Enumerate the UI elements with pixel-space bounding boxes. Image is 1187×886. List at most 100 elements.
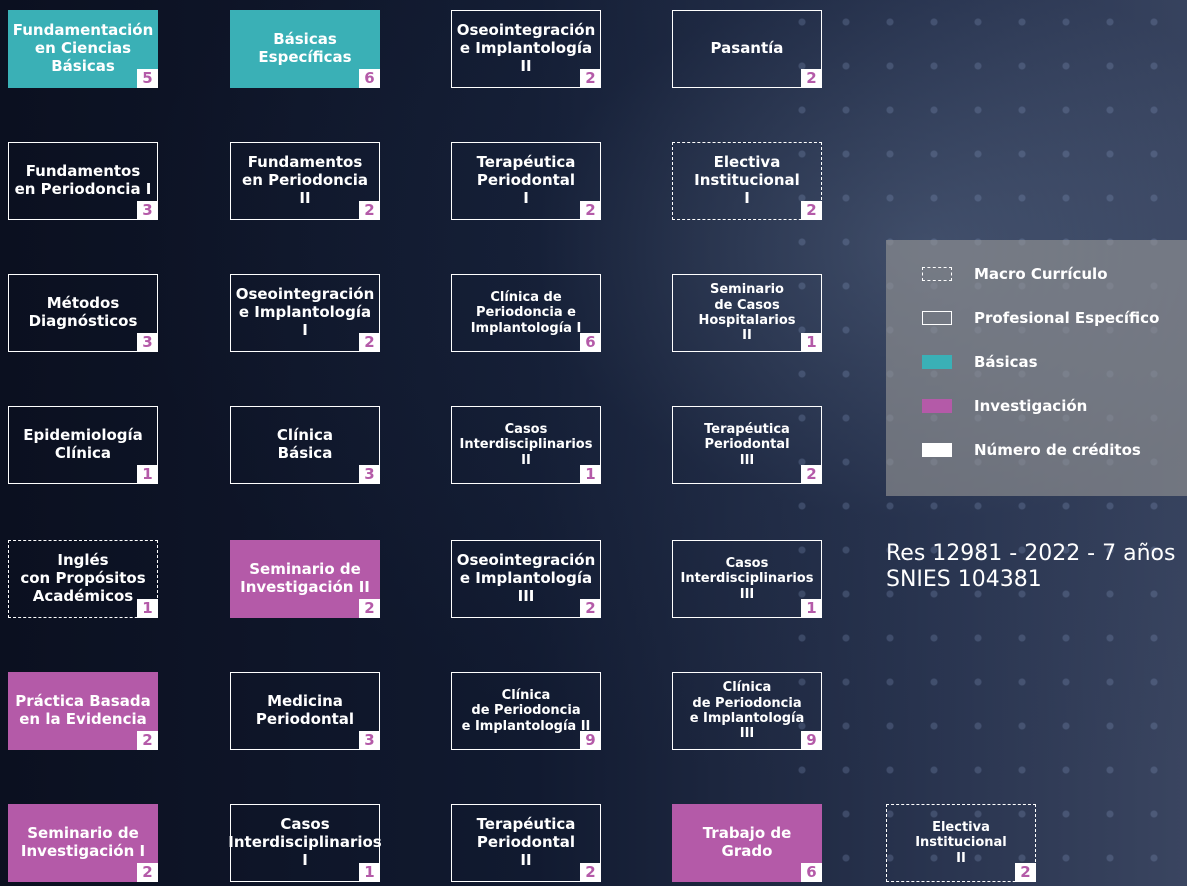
legend-label: Básicas xyxy=(974,353,1038,371)
credit-badge: 3 xyxy=(137,201,158,220)
credit-badge: 2 xyxy=(801,465,822,484)
legend-item: Profesional Específico xyxy=(922,309,1159,327)
legend-swatch xyxy=(922,311,952,325)
legend-item: Investigación xyxy=(922,397,1087,415)
course-name: Pasantía xyxy=(707,39,788,58)
legend-label: Macro Currículo xyxy=(974,265,1108,283)
course-tile: Epidemiología Clínica 1 xyxy=(8,406,158,484)
course-name-line: Terapéutica xyxy=(476,815,576,834)
course-name-line: Casos xyxy=(725,556,769,571)
course-name: Básicas Específicas xyxy=(254,31,355,66)
course-name-line: e Implantología xyxy=(459,569,593,588)
course-name-line: Hospitalarios xyxy=(698,313,796,328)
credit-badge: 2 xyxy=(137,731,158,750)
course-name: Electiva Institucional I xyxy=(690,154,804,207)
course-name: Casos Interdisciplinarios III xyxy=(677,556,818,602)
course-name-line: Fundamentación xyxy=(12,21,154,40)
course-name-line: Oseointegración xyxy=(456,551,596,570)
course-name-line: Métodos xyxy=(46,294,120,313)
credit-badge: 2 xyxy=(580,863,601,882)
legend-swatch xyxy=(922,443,952,457)
course-tile: Clínica de Periodoncia e Implantología I6 xyxy=(451,274,601,352)
course-name: Trabajo de Grado xyxy=(699,825,796,860)
course-name-line: Terapéutica xyxy=(704,422,790,437)
course-tile: Fundamentos en Periodoncia II 2 xyxy=(230,142,380,220)
credit-badge: 2 xyxy=(580,599,601,618)
course-name-line: Fundamentos xyxy=(247,153,363,172)
course-name-line: e Implantología xyxy=(238,303,372,322)
course-name: Epidemiología Clínica xyxy=(19,427,147,462)
credit-badge: 3 xyxy=(359,731,380,750)
course-tile: Medicina Periodontal 3 xyxy=(230,672,380,750)
legend-item: Básicas xyxy=(922,353,1038,371)
course-name-line: Grado xyxy=(721,842,773,860)
course-tile: Inglés con Propósitos Académicos 1 xyxy=(8,540,158,618)
course-name: Terapéutica Periodontal III xyxy=(700,422,794,468)
course-name-line: de Casos xyxy=(714,297,780,313)
course-name: Clínica de Periodoncia e Implantología I xyxy=(467,290,586,336)
course-name: Seminario de Casos Hospitalarios II xyxy=(694,282,799,343)
legend-label: Investigación xyxy=(974,397,1088,415)
resolution-info: Res 12981 - 2022 - 7 años SNIES 104381 xyxy=(886,541,1175,594)
course-name: Práctica Basada en la Evidencia xyxy=(11,693,154,728)
course-tile: Seminario de Investigación I 2 xyxy=(8,804,158,882)
course-name-line: en la Evidencia xyxy=(19,710,147,728)
course-name-line: Básicas xyxy=(51,56,115,75)
course-name-line: II xyxy=(520,56,532,75)
credit-badge: 2 xyxy=(1015,863,1036,882)
course-name: Fundamentos en Periodoncia I xyxy=(11,163,156,198)
course-tile: Casos Interdisciplinarios II 1 xyxy=(451,406,601,484)
course-tile: Terapéutica Periodontal II 2 xyxy=(451,804,601,882)
course-tile: Electiva Institucional I 2 xyxy=(672,142,822,220)
course-name-line: Electiva xyxy=(713,153,781,172)
resolution-line: Res 12981 - 2022 - 7 años xyxy=(886,541,1176,566)
course-name-line: Interdisciplinarios xyxy=(459,437,593,453)
course-tile: Oseointegración e Implantología III 2 xyxy=(451,540,601,618)
course-name-line: II xyxy=(299,188,311,207)
course-name-line: de Periodoncia xyxy=(692,695,802,711)
course-name-line: Oseointegración xyxy=(235,285,375,304)
course-name-line: Oseointegración xyxy=(456,21,596,40)
course-name-line: Seminario de xyxy=(249,560,361,579)
course-name-line: Periodontal xyxy=(476,833,576,852)
credit-badge: 6 xyxy=(359,69,380,88)
credit-badge: 1 xyxy=(137,599,158,618)
course-tile: Fundamentos en Periodoncia I 3 xyxy=(8,142,158,220)
course-name-line: I xyxy=(523,188,529,207)
course-name-line: Clínica xyxy=(501,688,551,703)
legend-label: Profesional Específico xyxy=(974,309,1160,327)
course-name-line: Periodontal xyxy=(704,437,790,453)
course-name-line: III xyxy=(517,586,535,605)
course-name: Clínica Básica xyxy=(273,427,337,462)
course-tile: Métodos Diagnósticos 3 xyxy=(8,274,158,352)
course-name-line: Periodoncia e xyxy=(476,305,576,321)
course-tile: Terapéutica Periodontal I 2 xyxy=(451,142,601,220)
course-tile: Terapéutica Periodontal III 2 xyxy=(672,406,822,484)
course-name: Casos Interdisciplinarios I xyxy=(224,816,385,869)
course-name-line: I xyxy=(744,188,750,207)
credit-badge: 2 xyxy=(801,69,822,88)
credit-badge: 5 xyxy=(137,69,158,88)
course-name-line: III xyxy=(739,452,755,468)
course-name-line: Académicos xyxy=(32,586,134,605)
credit-badge: 1 xyxy=(801,599,822,618)
course-name: Oseointegración e Implantología III xyxy=(453,552,600,605)
course-tile: Práctica Basada en la Evidencia 2 xyxy=(8,672,158,750)
course-tile: Clínica de Periodoncia e Implantología III 9 xyxy=(672,672,822,750)
course-name: Terapéutica Periodontal I xyxy=(473,154,580,207)
legend-swatch xyxy=(922,399,952,413)
course-name-line: Trabajo de xyxy=(702,824,792,843)
legend-item: Número de créditos xyxy=(922,441,1141,459)
course-tile: Casos Interdisciplinarios I 1 xyxy=(228,804,382,882)
course-name-line: en Periodoncia I xyxy=(14,180,152,198)
course-tile: Clínica de Periodoncia e Implantología II 9 xyxy=(451,672,601,750)
course-name-line: Pasantía xyxy=(710,39,784,58)
course-name-line: Interdisciplinarios xyxy=(228,833,382,852)
course-name-line: Terapéutica xyxy=(476,153,576,172)
course-name: Clínica de Periodoncia e Implantología II xyxy=(458,688,595,734)
course-tile: Seminario de Casos Hospitalarios II 1 xyxy=(672,274,822,352)
course-name-line: de Periodoncia xyxy=(471,703,581,719)
course-name-line: Básicas xyxy=(273,30,337,49)
course-name: Clínica de Periodoncia e Implantología III xyxy=(686,680,809,741)
course-name-line: Básica xyxy=(277,444,333,462)
